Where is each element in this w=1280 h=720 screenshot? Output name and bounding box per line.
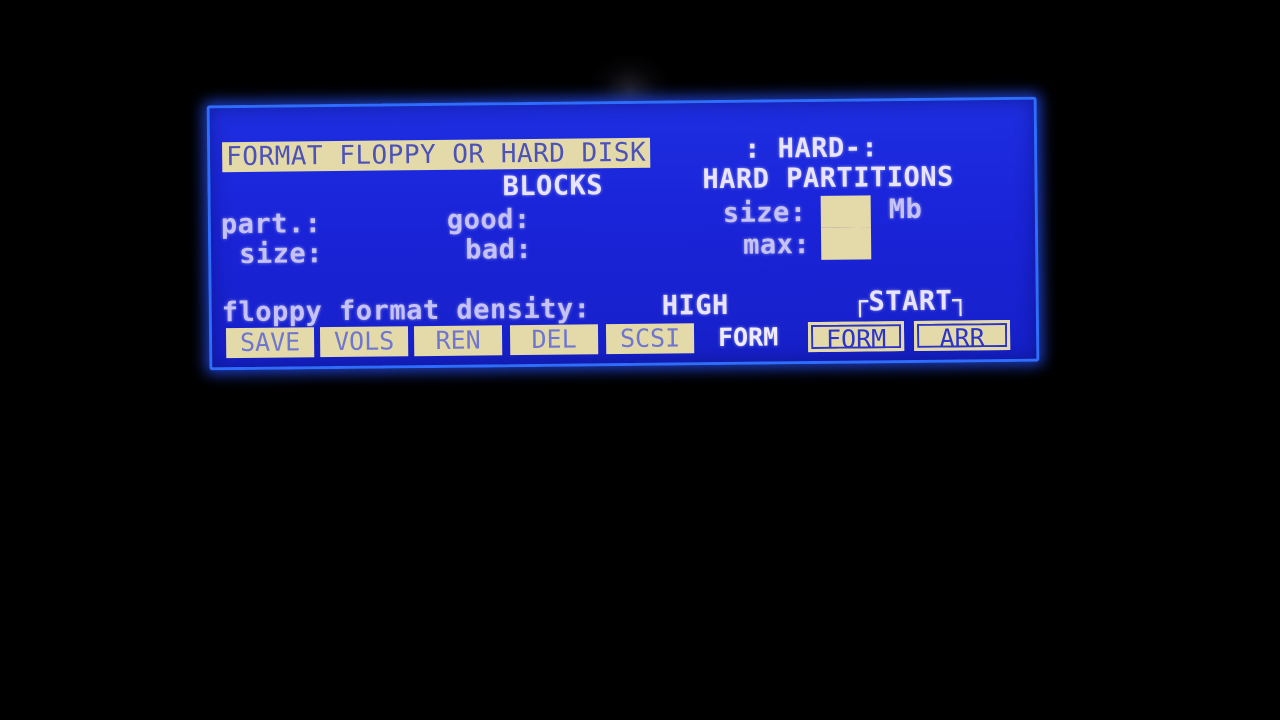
page-title: FORMAT FLOPPY OR HARD DISK	[222, 137, 651, 173]
form-softkey-active[interactable]: FORM	[704, 322, 792, 353]
hard-disk-label: : HARD-:	[743, 132, 879, 165]
partition-size-field[interactable]	[820, 195, 871, 228]
megabyte-unit: Mb	[888, 193, 923, 226]
rename-softkey[interactable]: REN	[413, 325, 503, 357]
good-blocks-label: good:	[446, 203, 531, 236]
save-softkey[interactable]: SAVE	[225, 327, 315, 359]
partition-size-label: size:	[722, 197, 807, 229]
scsi-softkey[interactable]: SCSI	[605, 323, 695, 355]
lcd-screen: FORMAT FLOPPY OR HARD DISK : HARD-: BLOC…	[206, 96, 1040, 371]
delete-softkey[interactable]: DEL	[509, 324, 599, 356]
softkey-bar: SAVE VOLS REN DEL SCSI FORM FORM ARR	[225, 319, 1016, 362]
vols-softkey[interactable]: VOLS	[319, 326, 409, 358]
partition-label: part.:	[220, 208, 322, 241]
partition-max-field[interactable]	[820, 227, 872, 260]
arrange-softkey[interactable]: ARR	[913, 319, 1011, 353]
partition-max-label: max:	[742, 229, 811, 261]
hard-partitions-heading: HARD PARTITIONS	[702, 161, 954, 196]
blocks-heading: BLOCKS	[502, 170, 604, 203]
form-softkey[interactable]: FORM	[807, 321, 905, 354]
density-value[interactable]: HIGH	[662, 290, 729, 322]
start-button[interactable]: ┌START┐	[852, 285, 970, 317]
bad-blocks-label: bad:	[465, 233, 533, 266]
density-label: floppy format density:	[221, 293, 591, 329]
size-label: size:	[239, 238, 324, 271]
